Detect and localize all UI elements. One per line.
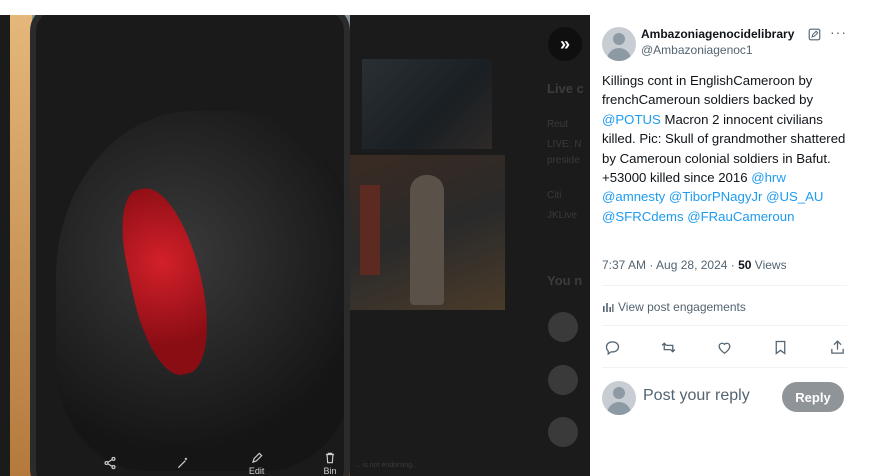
reply-action[interactable] <box>602 337 622 357</box>
background-jklive-label: JKLive <box>547 210 578 221</box>
photo-hand <box>10 15 32 476</box>
phone-bin-item: Bin <box>310 451 350 476</box>
mention-link[interactable]: @FRauCameroun <box>687 209 794 224</box>
post-panel: Ambazoniagenocidelibrary ··· @Ambazoniag… <box>590 15 859 435</box>
background-thumbnail <box>362 59 492 149</box>
share-nodes-icon <box>104 456 116 469</box>
post-meta: 7:37 AM · Aug 28, 2024 · 50 Views <box>602 258 787 272</box>
avatar-head <box>613 387 625 399</box>
background-avatar <box>548 417 578 447</box>
phone-enhance-item <box>163 456 203 471</box>
share-icon <box>830 339 844 354</box>
like-action[interactable] <box>715 337 735 357</box>
divider <box>602 285 847 286</box>
background-live-line2: preside <box>547 155 580 166</box>
trash-icon <box>325 452 335 463</box>
magic-wand-icon <box>178 457 188 468</box>
phone-toolbar: Edit Bin <box>90 450 350 476</box>
user-avatar <box>602 381 636 415</box>
like-icon <box>718 342 731 354</box>
view-engagements-link[interactable]: View post engagements <box>602 300 746 314</box>
background-figure <box>410 175 444 305</box>
post-time[interactable]: 7:37 AM · Aug 28, 2024 · <box>602 258 738 272</box>
mention-link[interactable]: @US_AU <box>766 189 823 204</box>
phone-edit-label: Edit <box>248 465 265 476</box>
bookmark-icon <box>775 340 786 355</box>
background-flag <box>360 185 380 275</box>
bookmark-action[interactable] <box>771 337 791 357</box>
edit-icon[interactable] <box>808 28 821 41</box>
avatar-body <box>607 402 631 415</box>
background-live-line1: LIVE: N <box>547 139 582 150</box>
phone-share-item <box>90 456 130 471</box>
mention-link[interactable]: @TiborPNagyJr <box>669 189 763 204</box>
stage: Live c Reut LIVE: N preside Citi JKLive … <box>0 0 869 476</box>
share-action[interactable] <box>827 337 847 357</box>
pencil-icon <box>251 452 263 463</box>
background-photo <box>350 155 505 310</box>
phone-bin-label: Bin <box>323 465 337 476</box>
mention-link[interactable]: @hrw <box>751 170 786 185</box>
author-name[interactable]: Ambazoniagenocidelibrary <box>641 27 794 41</box>
mention-link[interactable]: @POTUS <box>602 112 661 127</box>
background-avatar <box>548 365 578 395</box>
author-avatar[interactable] <box>602 27 636 61</box>
double-chevron-right-icon: » <box>559 33 570 54</box>
post-views-count: 50 <box>738 258 752 272</box>
bar-chart-icon <box>603 303 614 312</box>
background-avatar <box>548 312 578 342</box>
photo-phone <box>30 15 350 476</box>
more-options-icon[interactable]: ··· <box>830 24 847 40</box>
repost-icon <box>661 341 676 353</box>
author-handle[interactable]: @Ambazoniagenoc1 <box>641 43 753 57</box>
post-photo[interactable]: Edit Bin <box>10 15 350 476</box>
mention-link[interactable]: @SFRCdems <box>602 209 684 224</box>
background-citi-label: Citi <box>547 190 562 201</box>
phone-edit-item: Edit <box>237 451 277 476</box>
reply-input[interactable]: Post your reply <box>643 387 750 405</box>
background-news-label: Reut <box>547 119 569 130</box>
post-text-segment: Killings cont in EnglishCameroon by fren… <box>602 73 814 108</box>
reply-icon <box>605 340 619 355</box>
repost-action[interactable] <box>658 337 678 357</box>
post-views-label: Views <box>751 258 787 272</box>
background-footer-note: ... is not endorsing... <box>355 462 419 469</box>
engagements-label: View post engagements <box>618 300 746 314</box>
background-you-heading: You n <box>547 273 583 288</box>
avatar-body <box>607 48 631 61</box>
background-live-heading: Live c <box>547 81 584 96</box>
mention-link[interactable]: @amnesty <box>602 189 665 204</box>
post-actions <box>602 337 847 357</box>
divider <box>602 367 847 368</box>
divider <box>602 325 847 326</box>
avatar-head <box>613 33 625 45</box>
expand-sidebar-button[interactable]: » <box>548 27 582 61</box>
reply-button[interactable]: Reply <box>782 382 844 412</box>
post-text: Killings cont in EnglishCameroon by fren… <box>602 71 852 226</box>
